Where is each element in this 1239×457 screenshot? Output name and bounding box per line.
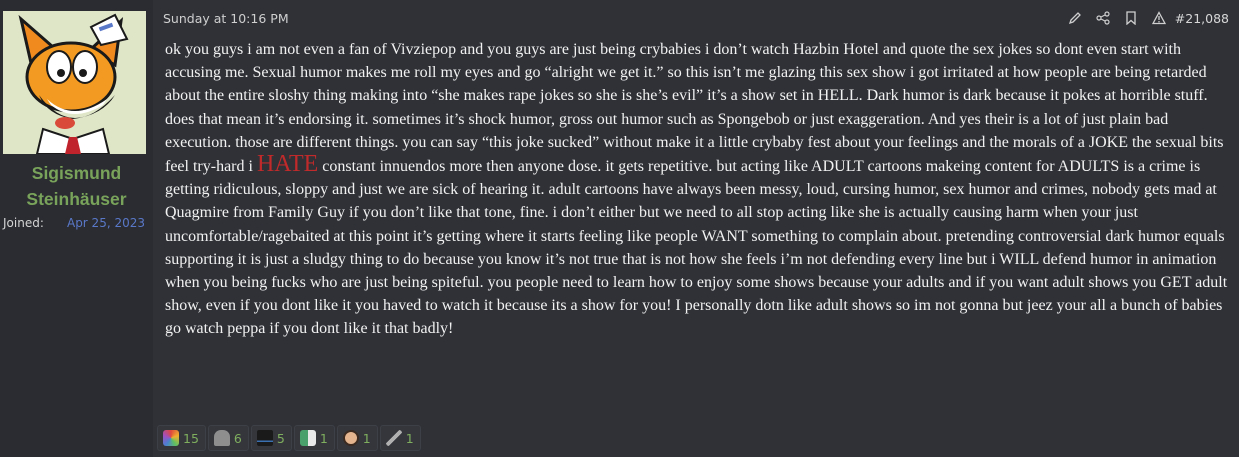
hate-word: HATE <box>256 151 319 178</box>
post-header: Sunday at 10:16 PM #21,088 <box>153 0 1239 36</box>
joined-date: Apr 25, 2023 <box>66 216 145 230</box>
post-date[interactable]: Sunday at 10:16 PM <box>163 11 289 26</box>
reactions-bar: 15 6 5 1 1 1 <box>157 425 421 451</box>
bookmark-icon[interactable] <box>1117 8 1145 28</box>
reaction-flag[interactable]: 1 <box>293 425 335 451</box>
user-sidebar: Sigismund Steinhäuser Joined: Apr 25, 20… <box>0 0 153 457</box>
avatar-image <box>3 11 146 154</box>
reaction-count: 15 <box>183 430 199 446</box>
post-number[interactable]: #21,088 <box>1175 11 1229 26</box>
reaction-count: 6 <box>233 430 242 446</box>
face-icon <box>342 430 359 446</box>
reaction-face[interactable]: 1 <box>336 425 378 451</box>
username-line-2[interactable]: Steinhäuser <box>0 186 153 212</box>
top-hat-icon <box>256 430 273 446</box>
post-main: Sunday at 10:16 PM #21,088 ok you guys i… <box>153 0 1239 457</box>
cartoon-fox-avatar[interactable] <box>3 11 146 154</box>
reaction-tombstone[interactable]: 6 <box>207 425 249 451</box>
wand-icon <box>385 430 402 446</box>
post-actions: #21,088 <box>1061 8 1229 28</box>
edit-icon[interactable] <box>1061 8 1089 28</box>
username[interactable]: Sigismund Steinhäuser <box>0 160 153 212</box>
reaction-top-hat[interactable]: 5 <box>250 425 292 451</box>
reaction-count: 1 <box>405 430 414 446</box>
username-line-1[interactable]: Sigismund <box>0 160 153 186</box>
post-text-part-1: ok you guys i am not even a fan of Vivzi… <box>165 41 1224 176</box>
report-icon[interactable] <box>1145 8 1173 28</box>
reaction-count: 5 <box>276 430 285 446</box>
flag-icon <box>299 430 316 446</box>
forum-post: Sigismund Steinhäuser Joined: Apr 25, 20… <box>0 0 1239 457</box>
reaction-count: 1 <box>319 430 328 446</box>
joined-label: Joined: <box>3 216 44 230</box>
reaction-rainbow[interactable]: 15 <box>157 425 206 451</box>
rainbow-puzzle-icon <box>163 430 179 446</box>
reaction-count: 1 <box>362 430 371 446</box>
reaction-wand[interactable]: 1 <box>379 425 421 451</box>
post-text-part-2: constant innuendos more then anyone dose… <box>165 158 1228 338</box>
post-body: ok you guys i am not even a fan of Vivzi… <box>165 38 1233 341</box>
share-icon[interactable] <box>1089 8 1117 28</box>
tombstone-icon <box>213 430 230 446</box>
